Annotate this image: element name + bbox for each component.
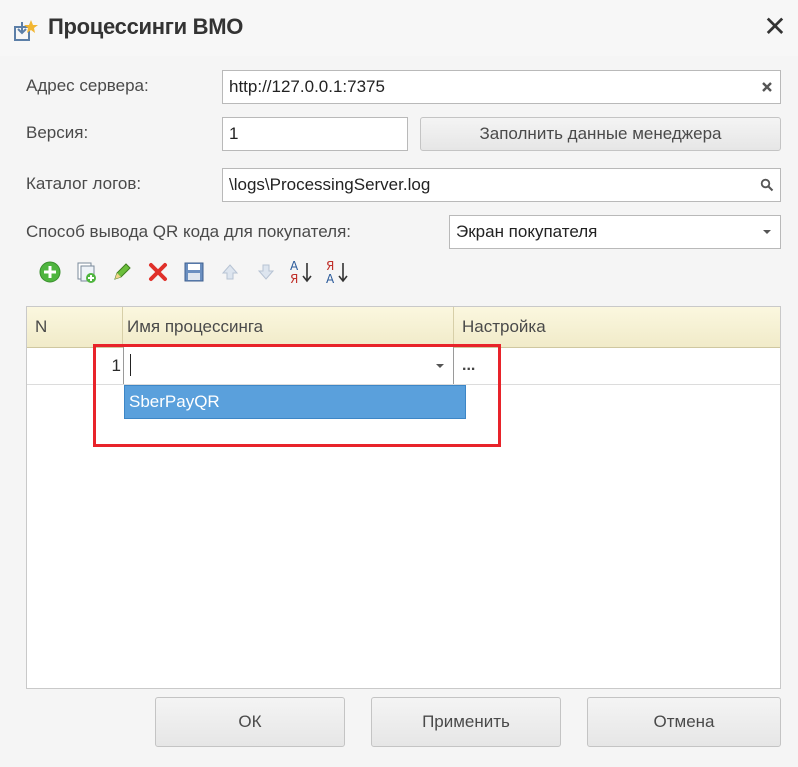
clear-icon[interactable] <box>754 71 780 103</box>
column-header-setting[interactable]: Настройка <box>454 307 780 347</box>
sort-asc-icon[interactable]: А Я <box>288 258 316 286</box>
sort-asc-bottom-letter: Я <box>290 272 298 286</box>
sort-asc-top-letter: А <box>290 259 299 273</box>
search-icon[interactable] <box>754 169 780 201</box>
log-directory-field[interactable]: \logs\ProcessingServer.log <box>222 168 781 202</box>
qr-output-label: Способ вывода QR кода для покупателя: <box>26 222 352 241</box>
sort-desc-top-letter: Я <box>326 259 334 273</box>
move-down-icon[interactable] <box>252 258 280 286</box>
version-field[interactable]: 1 <box>222 117 408 151</box>
title-bar: Процессинги ВМО ✕ <box>0 0 798 56</box>
apply-button[interactable]: Применить <box>371 697 561 747</box>
cancel-button[interactable]: Отмена <box>587 697 781 747</box>
log-directory-value: \logs\ProcessingServer.log <box>229 175 431 194</box>
processing-dropdown-option[interactable]: SberPayQR <box>124 385 466 419</box>
delete-icon[interactable] <box>144 258 172 286</box>
copy-icon[interactable] <box>72 258 100 286</box>
chevron-down-icon[interactable] <box>754 216 780 248</box>
close-button[interactable]: ✕ <box>760 12 790 42</box>
qr-output-value: Экран покупателя <box>456 222 598 241</box>
sort-desc-bottom-letter: А <box>326 272 335 286</box>
edit-icon[interactable] <box>108 258 136 286</box>
column-header-n[interactable]: N <box>27 307 123 347</box>
table-header: N Имя процессинга Настройка <box>27 307 780 348</box>
text-cursor <box>130 354 131 376</box>
sort-desc-icon[interactable]: Я А <box>324 258 352 286</box>
qr-output-select[interactable]: Экран покупателя <box>449 215 781 249</box>
fill-manager-data-button[interactable]: Заполнить данные менеджера <box>420 117 781 151</box>
server-address-field[interactable]: http://127.0.0.1:7375 <box>222 70 781 104</box>
move-up-icon[interactable] <box>216 258 244 286</box>
save-icon[interactable] <box>180 258 208 286</box>
server-address-label: Адрес сервера: <box>26 76 149 95</box>
table-row[interactable]: 1 ... <box>27 347 780 385</box>
processing-name-input[interactable] <box>123 347 454 384</box>
ok-button[interactable]: ОК <box>155 697 345 747</box>
processing-app-icon <box>12 18 38 44</box>
window-title: Процессинги ВМО <box>48 14 244 39</box>
chevron-down-icon[interactable] <box>427 347 453 384</box>
setting-ellipsis-button[interactable]: ... <box>454 347 534 384</box>
table-toolbar: А Я Я А <box>36 258 456 288</box>
version-label: Версия: <box>26 123 89 142</box>
server-address-value: http://127.0.0.1:7375 <box>229 77 385 96</box>
add-icon[interactable] <box>36 258 64 286</box>
log-directory-label: Каталог логов: <box>26 174 142 193</box>
column-header-processing-name[interactable]: Имя процессинга <box>123 307 454 347</box>
processing-table: N Имя процессинга Настройка 1 ... <box>26 306 781 689</box>
row-number: 1 <box>111 356 121 375</box>
version-value: 1 <box>229 124 239 143</box>
processing-dialog: Процессинги ВМО ✕ Адрес сервера: http://… <box>0 0 798 767</box>
